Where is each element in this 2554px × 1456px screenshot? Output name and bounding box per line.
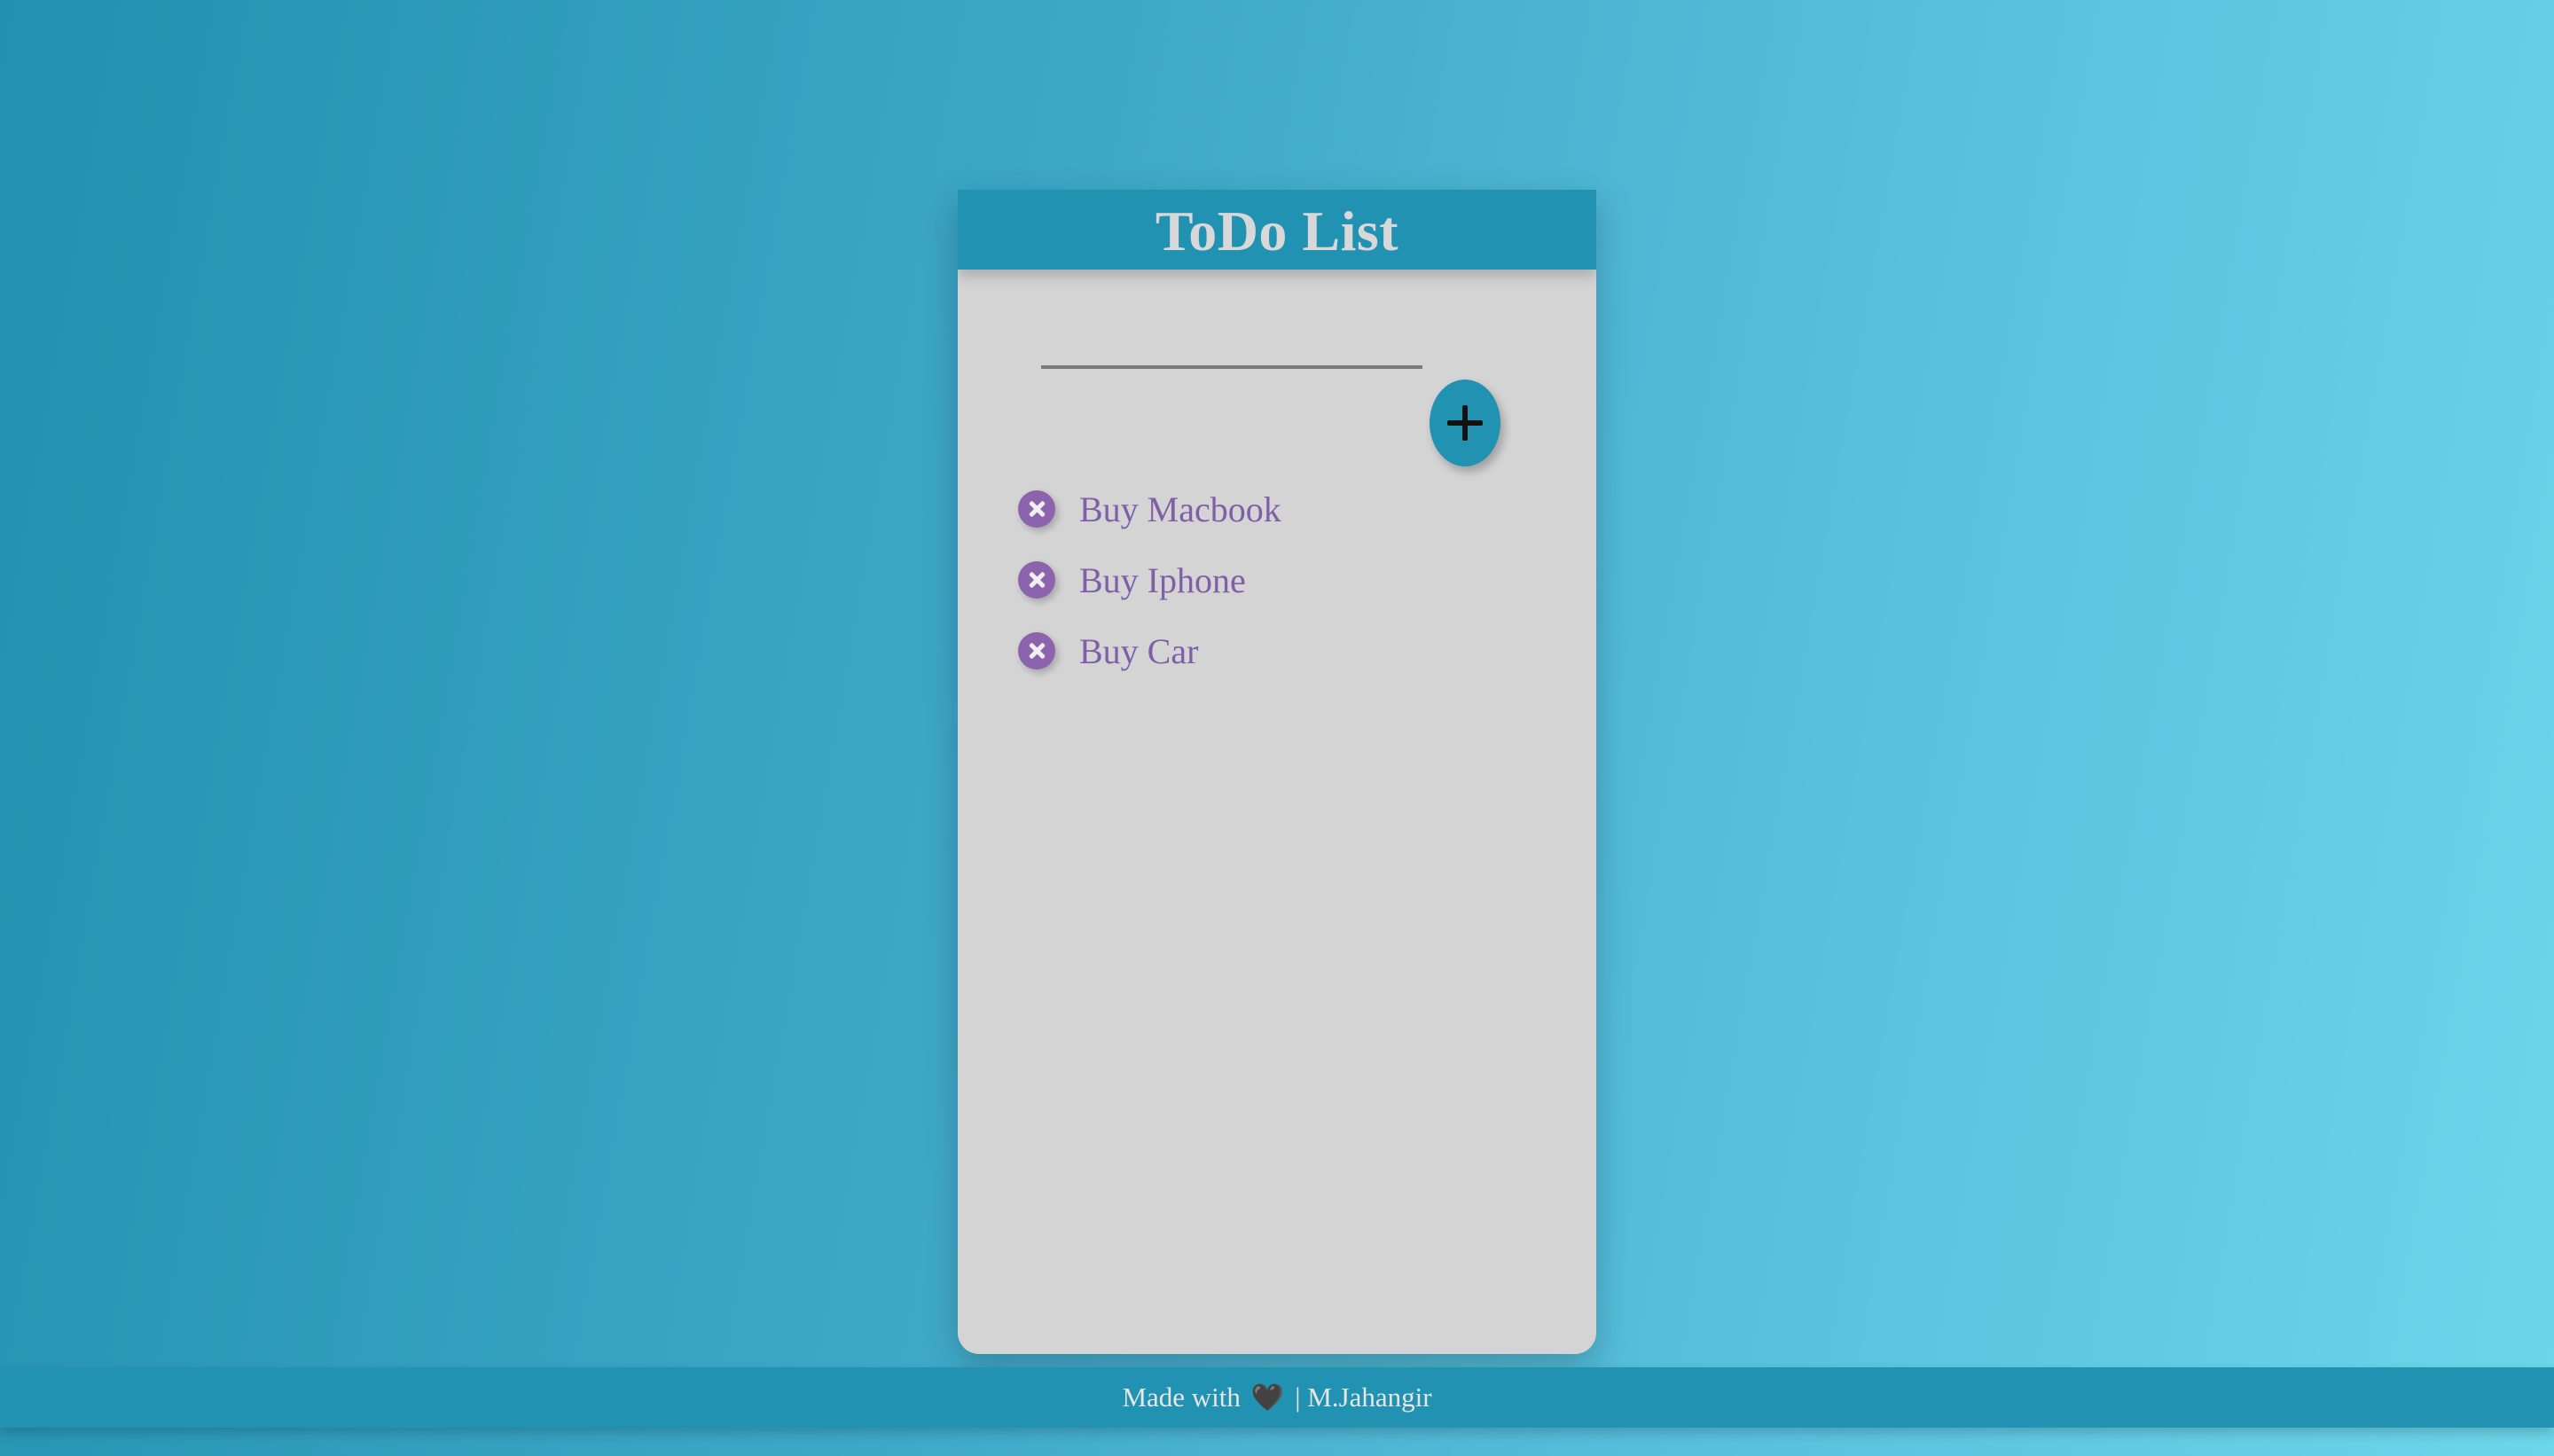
todo-item-text: Buy Car xyxy=(1079,630,1199,671)
close-icon[interactable] xyxy=(1018,561,1055,599)
footer-prefix: Made with xyxy=(1122,1382,1241,1413)
plus-icon xyxy=(1447,405,1483,441)
card-header: ToDo List xyxy=(958,190,1596,270)
todo-item: Buy Macbook xyxy=(1018,474,1281,544)
page-title: ToDo List xyxy=(1155,200,1399,262)
todo-item-text: Buy Iphone xyxy=(1079,560,1246,600)
footer-credit: Made with 🖤 | M.Jahangir xyxy=(1122,1382,1431,1413)
heart-icon: 🖤 xyxy=(1250,1382,1285,1413)
footer: Made with 🖤 | M.Jahangir xyxy=(0,1367,2554,1428)
todo-input[interactable] xyxy=(1041,319,1422,369)
todo-item: Buy Iphone xyxy=(1018,544,1281,615)
close-icon[interactable] xyxy=(1018,490,1055,528)
add-todo-button[interactable] xyxy=(1430,380,1500,466)
todo-list: Buy Macbook Buy Iphone Buy Car xyxy=(1018,474,1281,686)
todo-card: ToDo List Buy Macbook Buy Iphone Buy Car xyxy=(958,190,1596,1354)
close-icon[interactable] xyxy=(1018,632,1055,669)
footer-author: | M.Jahangir xyxy=(1295,1382,1432,1413)
todo-item-text: Buy Macbook xyxy=(1079,489,1281,529)
todo-item: Buy Car xyxy=(1018,615,1281,686)
